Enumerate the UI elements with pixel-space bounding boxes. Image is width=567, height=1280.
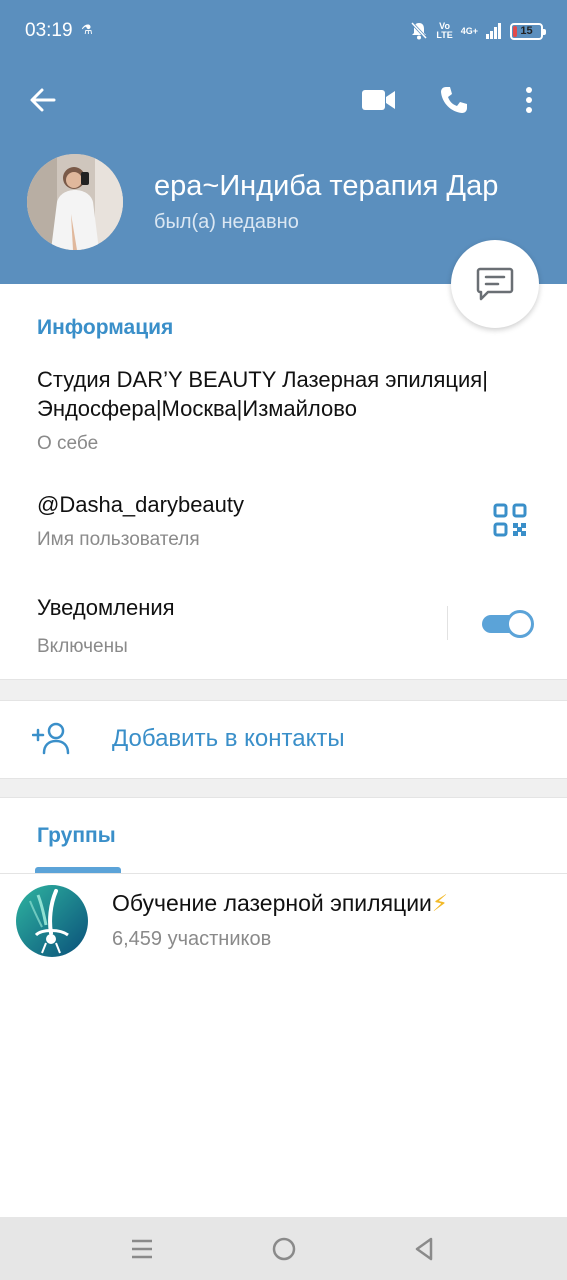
call-button[interactable] bbox=[432, 78, 476, 122]
lte-indicator: Vo LTE bbox=[436, 21, 453, 40]
notifications-state: Включены bbox=[37, 636, 128, 657]
battery-fill bbox=[513, 25, 517, 37]
qr-code-button[interactable] bbox=[493, 503, 527, 537]
recent-apps-button[interactable] bbox=[124, 1231, 160, 1267]
more-vertical-icon bbox=[526, 87, 532, 113]
bell-off-icon bbox=[411, 21, 428, 40]
video-call-button[interactable] bbox=[357, 78, 401, 122]
tab-groups[interactable]: Группы bbox=[37, 824, 116, 848]
add-contact-label: Добавить в контакты bbox=[112, 725, 345, 752]
back-nav-button[interactable] bbox=[406, 1231, 442, 1267]
add-contact-row[interactable]: Добавить в контакты bbox=[0, 701, 567, 777]
section-gap bbox=[0, 778, 567, 798]
notifications-title: Уведомления bbox=[37, 595, 175, 620]
toggle-knob bbox=[506, 610, 534, 638]
info-section-title: Информация bbox=[37, 316, 174, 339]
hair-follicle-icon bbox=[16, 885, 88, 957]
lightning-icon: ⚡ bbox=[431, 890, 449, 916]
notifications-divider bbox=[447, 606, 448, 640]
4g-indicator: 4G+ bbox=[460, 25, 478, 36]
status-indicators: Vo LTE 4G+ 15 bbox=[410, 18, 546, 44]
group-list-item[interactable]: Обучение лазерной эпиляции⚡ 6,459 участн… bbox=[0, 874, 567, 970]
message-icon bbox=[476, 267, 514, 301]
back-button[interactable] bbox=[21, 78, 65, 122]
system-nav-bar bbox=[0, 1217, 567, 1280]
about-label: О себе bbox=[37, 433, 99, 454]
video-camera-icon bbox=[362, 90, 395, 110]
more-menu-button[interactable] bbox=[507, 78, 551, 122]
status-time: 03:19 bbox=[25, 20, 73, 41]
add-person-icon bbox=[32, 722, 70, 755]
menu-lines-icon bbox=[132, 1239, 152, 1259]
profile-status: был(а) недавно bbox=[154, 211, 299, 233]
signal-icon bbox=[486, 23, 501, 39]
section-gap bbox=[0, 679, 567, 701]
group-name: Обучение лазерной эпиляции⚡ bbox=[112, 890, 448, 917]
back-triangle-icon bbox=[415, 1237, 433, 1261]
home-button[interactable] bbox=[266, 1231, 302, 1267]
phone-icon bbox=[441, 87, 467, 113]
notifications-toggle[interactable] bbox=[480, 608, 534, 638]
avatar-photo bbox=[27, 154, 123, 250]
group-avatar bbox=[16, 885, 88, 957]
message-button[interactable] bbox=[451, 240, 539, 328]
status-bar: 03:19 ⚗ Vo LTE 4G+ 15 bbox=[0, 0, 567, 60]
flask-icon: ⚗ bbox=[81, 22, 93, 37]
username-text[interactable]: @Dasha_darybeauty bbox=[37, 490, 244, 519]
home-circle-icon bbox=[272, 1237, 296, 1261]
group-name-text: Обучение лазерной эпиляции bbox=[112, 890, 432, 916]
battery-level: 15 bbox=[520, 25, 533, 37]
profile-name-fade bbox=[514, 170, 554, 210]
qr-code-icon bbox=[493, 503, 527, 537]
profile-avatar[interactable] bbox=[27, 154, 123, 250]
about-text[interactable]: Студия DAR’Y BEAUTY Лазерная эпиляция|Эн… bbox=[37, 365, 547, 423]
group-members-count: 6,459 участников bbox=[112, 928, 272, 950]
arrow-left-icon bbox=[30, 88, 56, 112]
battery-icon: 15 bbox=[510, 22, 546, 40]
profile-name-container: ера~Индиба терапия Дар bbox=[154, 170, 554, 210]
username-label: Имя пользователя bbox=[37, 529, 200, 550]
profile-name: ера~Индиба терапия Дар bbox=[154, 170, 499, 202]
